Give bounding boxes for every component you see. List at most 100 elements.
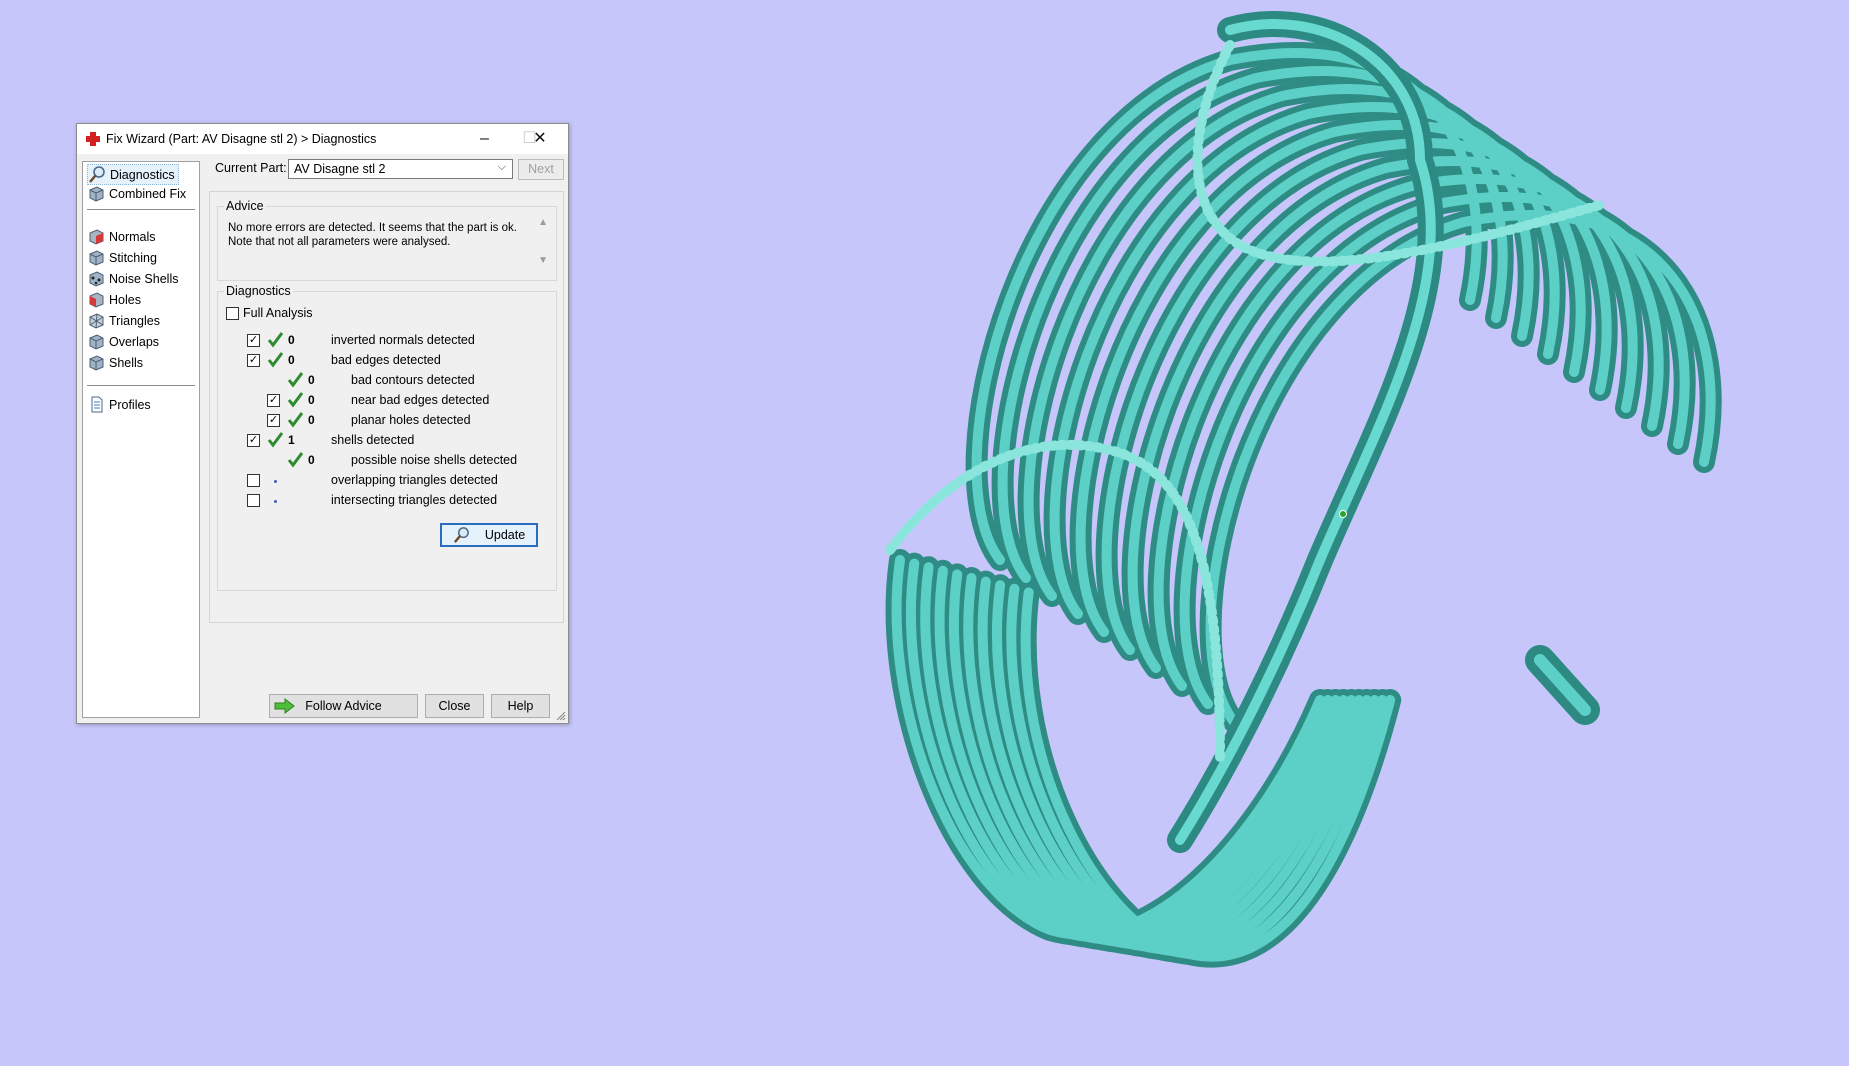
diagnostic-count: 0: [288, 333, 295, 347]
sidebar-item-diagnostics[interactable]: Diagnostics: [87, 164, 179, 185]
close-button[interactable]: Close: [425, 694, 484, 718]
sidebar-item-label: Noise Shells: [109, 271, 179, 286]
pivot-marker: [1339, 510, 1347, 518]
advice-group: Advice No more errors are detected. It s…: [217, 199, 557, 281]
cube-wire-icon: [89, 313, 104, 329]
wizard-sidebar: Diagnostics Combined Fix Normals Stitchi…: [82, 161, 200, 718]
cube-red-icon: [89, 229, 104, 245]
green-check-icon: [287, 372, 304, 388]
diagnostic-label: inverted normals detected: [331, 333, 475, 347]
green-check-icon: [267, 432, 284, 448]
help-button[interactable]: Help: [491, 694, 550, 718]
status-dot-icon: [274, 480, 277, 483]
follow-advice-label: Follow Advice: [305, 699, 382, 713]
scroll-up-icon[interactable]: ▲: [538, 217, 548, 228]
sidebar-item-holes[interactable]: Holes: [87, 290, 141, 309]
bad-edges-checkbox[interactable]: ✓: [247, 354, 260, 367]
sidebar-item-combined-fix[interactable]: Combined Fix: [87, 184, 186, 203]
diagnostic-count: 1: [288, 433, 295, 447]
diagnostic-label: bad edges detected: [331, 353, 441, 367]
sidebar-divider: [87, 385, 195, 387]
current-part-label: Current Part:: [215, 161, 287, 175]
diagnostic-label: near bad edges detected: [351, 393, 490, 407]
current-part-dropdown[interactable]: AV Disagne stl 2 ⌵: [288, 159, 513, 179]
green-check-icon: [287, 412, 304, 428]
diagnostics-title: Diagnostics: [224, 284, 293, 298]
help-label: Help: [507, 699, 534, 713]
ring-model[interactable]: [885, 11, 1722, 968]
sidebar-item-stitching[interactable]: Stitching: [87, 248, 157, 267]
diagnostic-count: 0: [308, 373, 315, 387]
inverted-normals-checkbox[interactable]: ✓: [247, 334, 260, 347]
diagnostic-label: intersecting triangles detected: [331, 493, 498, 507]
advice-text: No more errors are detected. It seems th…: [228, 221, 517, 249]
sidebar-item-label: Holes: [109, 292, 141, 307]
document-icon: [91, 396, 103, 413]
advice-line: Note that not all parameters were analys…: [228, 236, 451, 248]
green-arrow-icon: [274, 698, 295, 714]
sidebar-item-label: Diagnostics: [110, 167, 175, 182]
sidebar-item-triangles[interactable]: Triangles: [87, 311, 160, 330]
diagnostics-panel: Advice No more errors are detected. It s…: [209, 191, 564, 623]
sidebar-item-label: Shells: [109, 355, 144, 370]
resize-grip-icon[interactable]: [556, 711, 566, 721]
green-check-icon: [287, 452, 304, 468]
update-label: Update: [484, 528, 526, 542]
sidebar-item-profiles[interactable]: Profiles: [87, 395, 151, 414]
cube-red-icon: [89, 292, 104, 308]
diagnostic-count: 0: [308, 453, 315, 467]
green-check-icon: [267, 332, 284, 348]
sidebar-item-noise-shells[interactable]: Noise Shells: [87, 269, 178, 288]
title-bar[interactable]: Fix Wizard (Part: AV Disagne stl 2) > Di…: [77, 124, 568, 154]
diagnostic-count: 0: [308, 393, 315, 407]
sidebar-item-shells[interactable]: Shells: [87, 353, 143, 372]
current-part-value: AV Disagne stl 2: [294, 162, 386, 176]
sidebar-item-label: Overlaps: [109, 334, 160, 349]
cube-dots-icon: [89, 271, 104, 287]
diagnostics-group: Diagnostics Full Analysis ✓ 0 inverted n…: [217, 284, 557, 591]
window-title: Fix Wizard (Part: AV Disagne stl 2) > Di…: [106, 132, 377, 146]
update-button[interactable]: Update: [440, 523, 538, 547]
diagnostic-label: bad contours detected: [351, 373, 475, 387]
sidebar-item-label: Stitching: [109, 250, 157, 265]
sidebar-item-overlaps[interactable]: Overlaps: [87, 332, 159, 351]
scroll-down-icon[interactable]: ▼: [538, 255, 548, 266]
intersecting-triangles-checkbox[interactable]: [247, 494, 260, 507]
sidebar-item-normals[interactable]: Normals: [87, 227, 156, 246]
planar-holes-checkbox[interactable]: ✓: [267, 414, 280, 427]
chevron-down-icon: ⌵: [497, 161, 506, 173]
cube-icon: [89, 334, 104, 350]
red-cross-icon: [86, 132, 100, 146]
sidebar-item-label: Combined Fix: [109, 186, 187, 201]
diagnostic-label: shells detected: [331, 433, 415, 447]
full-analysis-checkbox[interactable]: [226, 307, 239, 320]
green-check-icon: [267, 352, 284, 368]
diagnostic-count: 0: [308, 413, 315, 427]
overlapping-triangles-checkbox[interactable]: [247, 474, 260, 487]
sidebar-item-label: Triangles: [109, 313, 160, 328]
green-check-icon: [287, 392, 304, 408]
cube-icon: [89, 186, 104, 202]
fix-wizard-dialog: Fix Wizard (Part: AV Disagne stl 2) > Di…: [76, 123, 569, 724]
magnifier-icon: [89, 166, 105, 183]
shells-checkbox[interactable]: ✓: [247, 434, 260, 447]
cube-icon: [89, 355, 104, 371]
next-button: Next: [518, 159, 564, 180]
advice-line: No more errors are detected. It seems th…: [228, 222, 517, 234]
status-dot-icon: [274, 500, 277, 503]
minimize-button[interactable]: –: [462, 124, 507, 154]
close-label: Close: [438, 699, 471, 713]
diagnostic-label: possible noise shells detected: [351, 453, 518, 467]
advice-title: Advice: [224, 199, 266, 213]
sidebar-item-label: Normals: [109, 229, 156, 244]
sidebar-divider: [87, 209, 195, 211]
near-bad-edges-checkbox[interactable]: ✓: [267, 394, 280, 407]
follow-advice-button[interactable]: Follow Advice: [269, 694, 418, 718]
diagnostic-count: 0: [288, 353, 295, 367]
full-analysis-label: Full Analysis: [243, 306, 313, 320]
sidebar-item-label: Profiles: [109, 397, 151, 412]
diagnostic-label: planar holes detected: [351, 413, 471, 427]
cube-icon: [89, 250, 104, 266]
magnifier-icon: [453, 527, 469, 543]
close-window-button[interactable]: ✕: [520, 124, 560, 154]
